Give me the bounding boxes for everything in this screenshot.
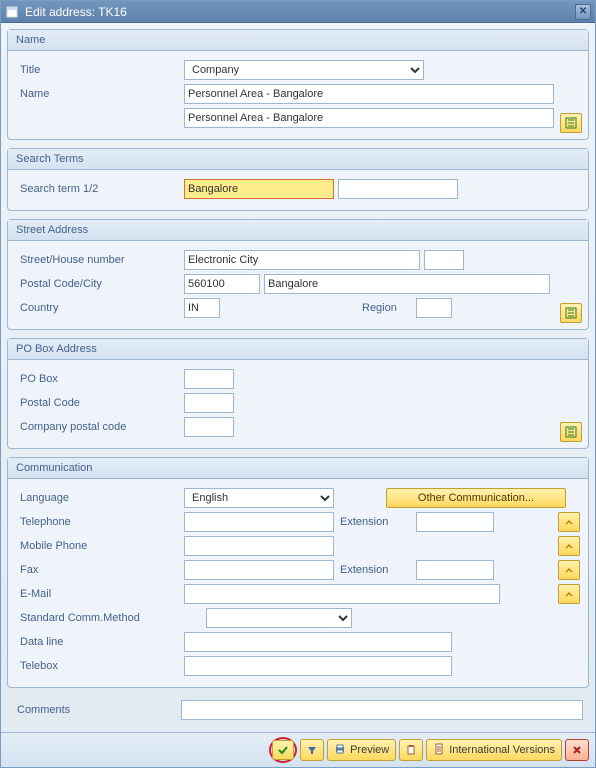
name-label: Name	[16, 88, 184, 100]
fax-extension-field[interactable]	[416, 560, 494, 580]
group-pobox: PO Box Address PO Box Postal Code Compan…	[7, 338, 589, 449]
group-search-header: Search Terms	[8, 149, 588, 170]
other-communication-button[interactable]: Other Communication...	[386, 488, 566, 508]
dataline-label: Data line	[16, 636, 184, 648]
tel-extension-field[interactable]	[416, 512, 494, 532]
language-select[interactable]: English	[184, 488, 334, 508]
group-street-header: Street Address	[8, 220, 588, 241]
email-label: E-Mail	[16, 588, 184, 600]
language-label: Language	[16, 492, 184, 504]
international-versions-button[interactable]: International Versions	[426, 739, 562, 761]
fax-more-button[interactable]	[558, 560, 580, 580]
group-name-header: Name	[8, 30, 588, 51]
clipboard-button[interactable]	[399, 739, 423, 761]
name-field-1[interactable]	[184, 84, 554, 104]
dialog-footer: Preview International Versions	[1, 732, 595, 767]
company-postal-label: Company postal code	[16, 421, 184, 433]
email-field[interactable]	[184, 584, 500, 604]
telebox-label: Telebox	[16, 660, 184, 672]
group-pobox-header: PO Box Address	[8, 339, 588, 360]
region-label: Region	[356, 302, 416, 314]
dialog-window: Edit address: TK16 ✕ Name Title Company …	[0, 0, 596, 768]
name-field-2[interactable]	[184, 108, 554, 128]
expand-street-button[interactable]	[560, 303, 582, 323]
pobox-field[interactable]	[184, 369, 234, 389]
comments-label: Comments	[13, 704, 181, 716]
country-label: Country	[16, 302, 184, 314]
std-comm-label: Standard Comm.Method	[16, 612, 206, 624]
country-field[interactable]	[184, 298, 220, 318]
mobile-label: Mobile Phone	[16, 540, 184, 552]
close-icon[interactable]: ✕	[575, 4, 591, 20]
search-term-2-field[interactable]	[338, 179, 458, 199]
house-number-field[interactable]	[424, 250, 464, 270]
telephone-field[interactable]	[184, 512, 334, 532]
filter-button[interactable]	[300, 739, 324, 761]
pobox-postal-label: Postal Code	[16, 397, 184, 409]
group-communication: Communication Language English Other Com…	[7, 457, 589, 688]
dataline-field[interactable]	[184, 632, 452, 652]
document-icon	[433, 743, 445, 758]
search-term-label: Search term 1/2	[16, 183, 184, 195]
company-postal-field[interactable]	[184, 417, 234, 437]
street-label: Street/House number	[16, 254, 184, 266]
dialog-icon	[5, 5, 19, 19]
ok-highlight-circle	[269, 737, 297, 763]
international-versions-label: International Versions	[449, 744, 555, 756]
pobox-label: PO Box	[16, 373, 184, 385]
group-search: Search Terms Search term 1/2	[7, 148, 589, 211]
telephone-more-button[interactable]	[558, 512, 580, 532]
telephone-label: Telephone	[16, 516, 184, 528]
telebox-field[interactable]	[184, 656, 452, 676]
dialog-body: Name Title Company Name	[1, 23, 595, 732]
ok-button[interactable]	[272, 740, 294, 760]
fax-field[interactable]	[184, 560, 334, 580]
print-icon	[334, 743, 346, 758]
postal-code-field[interactable]	[184, 274, 260, 294]
preview-button-label: Preview	[350, 744, 389, 756]
fax-extension-label: Extension	[334, 564, 416, 576]
comments-field[interactable]	[181, 700, 583, 720]
pobox-postal-field[interactable]	[184, 393, 234, 413]
mobile-more-button[interactable]	[558, 536, 580, 556]
postal-city-label: Postal Code/City	[16, 278, 184, 290]
group-street: Street Address Street/House number Posta…	[7, 219, 589, 330]
group-communication-header: Communication	[8, 458, 588, 479]
std-comm-select[interactable]	[206, 608, 352, 628]
expand-name-button[interactable]	[560, 113, 582, 133]
tel-extension-label: Extension	[334, 516, 416, 528]
title-select[interactable]: Company	[184, 60, 424, 80]
search-term-1-field[interactable]	[184, 179, 334, 199]
fax-label: Fax	[16, 564, 184, 576]
titlebar: Edit address: TK16 ✕	[1, 1, 595, 23]
city-field[interactable]	[264, 274, 550, 294]
preview-button[interactable]: Preview	[327, 739, 396, 761]
dialog-title: Edit address: TK16	[25, 5, 575, 19]
mobile-field[interactable]	[184, 536, 334, 556]
cancel-button[interactable]	[565, 739, 589, 761]
group-name: Name Title Company Name	[7, 29, 589, 140]
email-more-button[interactable]	[558, 584, 580, 604]
title-label: Title	[16, 64, 184, 76]
expand-pobox-button[interactable]	[560, 422, 582, 442]
region-field[interactable]	[416, 298, 452, 318]
street-field[interactable]	[184, 250, 420, 270]
